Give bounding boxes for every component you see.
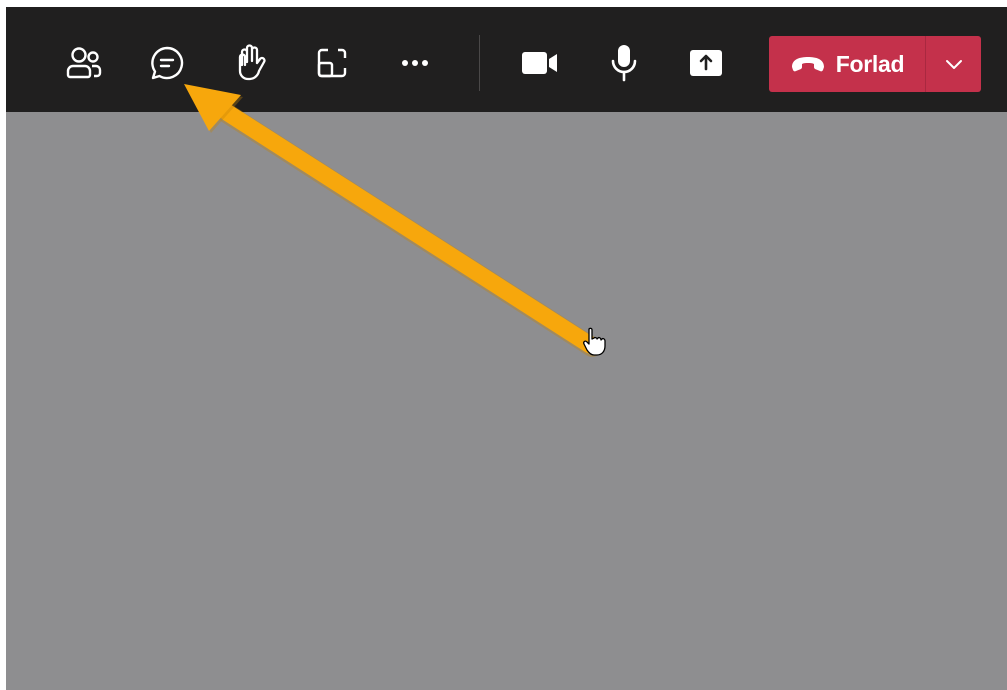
share-icon	[690, 50, 722, 76]
meeting-window: Forlad	[0, 0, 1007, 690]
leave-label: Forlad	[835, 50, 905, 77]
meeting-stage	[6, 112, 1007, 690]
chat-button[interactable]	[147, 43, 187, 83]
share-screen-button[interactable]	[686, 43, 726, 83]
people-icon	[66, 47, 102, 79]
microphone-button[interactable]	[604, 43, 644, 83]
more-icon	[402, 60, 428, 66]
mic-icon	[611, 45, 637, 82]
rooms-button[interactable]	[312, 43, 352, 83]
breakout-rooms-icon	[317, 46, 349, 78]
hand-icon	[238, 44, 266, 81]
raise-hand-button[interactable]	[230, 43, 270, 83]
leave-button[interactable]: Forlad	[769, 36, 925, 92]
phone-hangup-icon	[791, 57, 824, 72]
leave-dropdown-button[interactable]	[926, 36, 981, 92]
participants-button[interactable]	[64, 43, 104, 83]
camera-button[interactable]	[520, 43, 560, 83]
meeting-toolbar: Forlad	[6, 7, 1007, 112]
chat-icon	[151, 46, 184, 80]
leave-button-group: Forlad	[769, 36, 981, 92]
camera-icon	[522, 52, 557, 74]
more-options-button[interactable]	[395, 43, 435, 83]
toolbar-divider	[479, 35, 480, 91]
chevron-down-icon	[945, 60, 962, 69]
